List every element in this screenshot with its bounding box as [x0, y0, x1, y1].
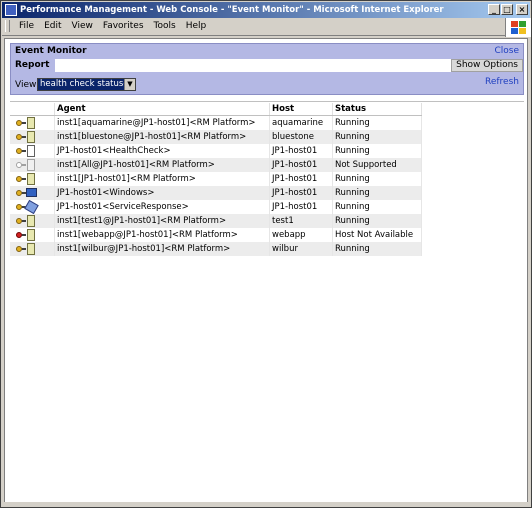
menu-item-view[interactable]: View: [67, 18, 98, 35]
agent-cell: JP1-host01<Windows>: [54, 186, 270, 200]
view-label: View: [15, 80, 37, 90]
host-cell: bluestone: [269, 130, 333, 144]
icon-column-header: [10, 103, 55, 116]
agent-icon[interactable]: [12, 131, 40, 143]
agent-cell: inst1[bluestone@JP1-host01]<RM Platform>: [54, 130, 270, 144]
maximize-button[interactable]: □: [501, 4, 513, 15]
agent-icon[interactable]: [12, 215, 40, 227]
table-row[interactable]: inst1[test1@JP1-host01]<RM Platform> test…: [10, 214, 422, 228]
minimize-button[interactable]: _: [488, 4, 500, 15]
status-cell: Running: [332, 214, 422, 228]
agent-status-table: Agent Host Status inst1[aquamarine@JP1-h…: [10, 103, 422, 256]
agent-cell: JP1-host01<HealthCheck>: [54, 144, 270, 158]
icon-cell: [10, 242, 55, 256]
icon-cell: [10, 186, 55, 200]
icon-cell: [10, 214, 55, 228]
agent-cell: JP1-host01<ServiceResponse>: [54, 200, 270, 214]
menu-item-tools[interactable]: Tools: [149, 18, 181, 35]
host-cell: test1: [269, 214, 333, 228]
agent-error-icon[interactable]: [12, 229, 40, 241]
icon-cell: [10, 130, 55, 144]
table-row[interactable]: inst1[wilbur@JP1-host01]<RM Platform> wil…: [10, 242, 422, 256]
table-row[interactable]: JP1-host01<ServiceResponse> JP1-host01 Run…: [10, 199, 422, 215]
host-cell: aquamarine: [269, 115, 333, 130]
menu-items: File Edit View Favorites Tools Help: [14, 18, 211, 35]
event-monitor-panel: Event Monitor Close Report Show Options …: [10, 43, 524, 95]
divider: [10, 101, 524, 102]
menu-item-file[interactable]: File: [14, 18, 39, 35]
service-response-icon[interactable]: [12, 199, 40, 215]
agent-cell: inst1[webapp@JP1-host01]<RM Platform>: [54, 228, 270, 242]
host-cell: JP1-host01: [269, 200, 333, 214]
app-icon: [5, 4, 17, 16]
host-cell: JP1-host01: [269, 186, 333, 200]
status-cell: Running: [332, 115, 422, 130]
status-cell: Host Not Available: [332, 228, 422, 242]
status-cell: Running: [332, 144, 422, 158]
tab-report[interactable]: Report: [11, 59, 55, 72]
windows-agent-icon[interactable]: [12, 187, 40, 199]
agent-cell: inst1[test1@JP1-host01]<RM Platform>: [54, 214, 270, 228]
window-title: Performance Management - Web Console - "…: [20, 5, 444, 15]
menu-item-help[interactable]: Help: [181, 18, 212, 35]
table-row[interactable]: inst1[webapp@JP1-host01]<RM Platform> web…: [10, 228, 422, 242]
status-bar: [2, 502, 530, 506]
menu-item-edit[interactable]: Edit: [39, 18, 66, 35]
agent-icon[interactable]: [12, 173, 40, 185]
host-cell: JP1-host01: [269, 158, 333, 172]
agent-cell: inst1[wilbur@JP1-host01]<RM Platform>: [54, 242, 270, 256]
browser-window: Performance Management - Web Console - "…: [0, 0, 532, 508]
status-cell: Running: [332, 130, 422, 144]
status-cell: Running: [332, 242, 422, 256]
menu-item-favorites[interactable]: Favorites: [98, 18, 149, 35]
agent-cell: inst1[aquamarine@JP1-host01]<RM Platform…: [54, 115, 270, 130]
windows-logo-icon: [505, 18, 531, 37]
toolbar-grip[interactable]: [5, 20, 10, 32]
icon-cell: [10, 172, 55, 186]
agent-cell: inst1[All@JP1-host01]<RM Platform>: [54, 158, 270, 172]
icon-cell: [10, 199, 55, 215]
status-cell: Not Supported: [332, 158, 422, 172]
column-header-agent[interactable]: Agent: [54, 103, 270, 116]
agent-cell: inst1[JP1-host01]<RM Platform>: [54, 172, 270, 186]
table-row[interactable]: inst1[All@JP1-host01]<RM Platform> JP1-ho…: [10, 158, 422, 172]
report-bar: Report Show Options: [11, 59, 523, 72]
icon-cell: [10, 158, 55, 172]
column-header-status[interactable]: Status: [332, 103, 422, 116]
host-cell: JP1-host01: [269, 172, 333, 186]
host-cell: wilbur: [269, 242, 333, 256]
view-select-value: health check statuses: [40, 79, 133, 89]
close-window-button[interactable]: ×: [516, 4, 528, 15]
refresh-link[interactable]: Refresh: [485, 77, 519, 87]
health-check-icon[interactable]: [12, 145, 40, 157]
title-bar[interactable]: Performance Management - Web Console - "…: [2, 2, 530, 18]
chevron-down-icon[interactable]: ▼: [124, 79, 135, 90]
status-cell: Running: [332, 186, 422, 200]
table-row[interactable]: JP1-host01<HealthCheck> JP1-host01 Running: [10, 144, 422, 158]
page-content: Event Monitor Close Report Show Options …: [4, 38, 528, 504]
agent-not-supported-icon[interactable]: [12, 159, 40, 171]
agent-icon[interactable]: [12, 243, 40, 255]
show-options-button[interactable]: Show Options: [451, 59, 523, 72]
window-controls: _ □ ×: [488, 4, 528, 15]
host-cell: webapp: [269, 228, 333, 242]
icon-cell: [10, 228, 55, 242]
status-cell: Running: [332, 172, 422, 186]
column-header-host[interactable]: Host: [269, 103, 333, 116]
panel-title: Event Monitor: [15, 46, 87, 56]
icon-cell: [10, 144, 55, 158]
table-row[interactable]: inst1[aquamarine@JP1-host01]<RM Platform…: [10, 115, 422, 130]
table-row[interactable]: inst1[bluestone@JP1-host01]<RM Platform>…: [10, 130, 422, 144]
close-link[interactable]: Close: [494, 46, 519, 56]
agent-icon[interactable]: [12, 117, 40, 129]
menu-bar: File Edit View Favorites Tools Help: [2, 18, 530, 36]
icon-cell: [10, 115, 55, 130]
table-header-row: Agent Host Status: [10, 103, 422, 116]
table-row[interactable]: inst1[JP1-host01]<RM Platform> JP1-host01…: [10, 172, 422, 186]
table-row[interactable]: JP1-host01<Windows> JP1-host01 Running: [10, 186, 422, 200]
host-cell: JP1-host01: [269, 144, 333, 158]
status-cell: Running: [332, 200, 422, 214]
view-select[interactable]: health check statuses ▼: [37, 78, 136, 91]
